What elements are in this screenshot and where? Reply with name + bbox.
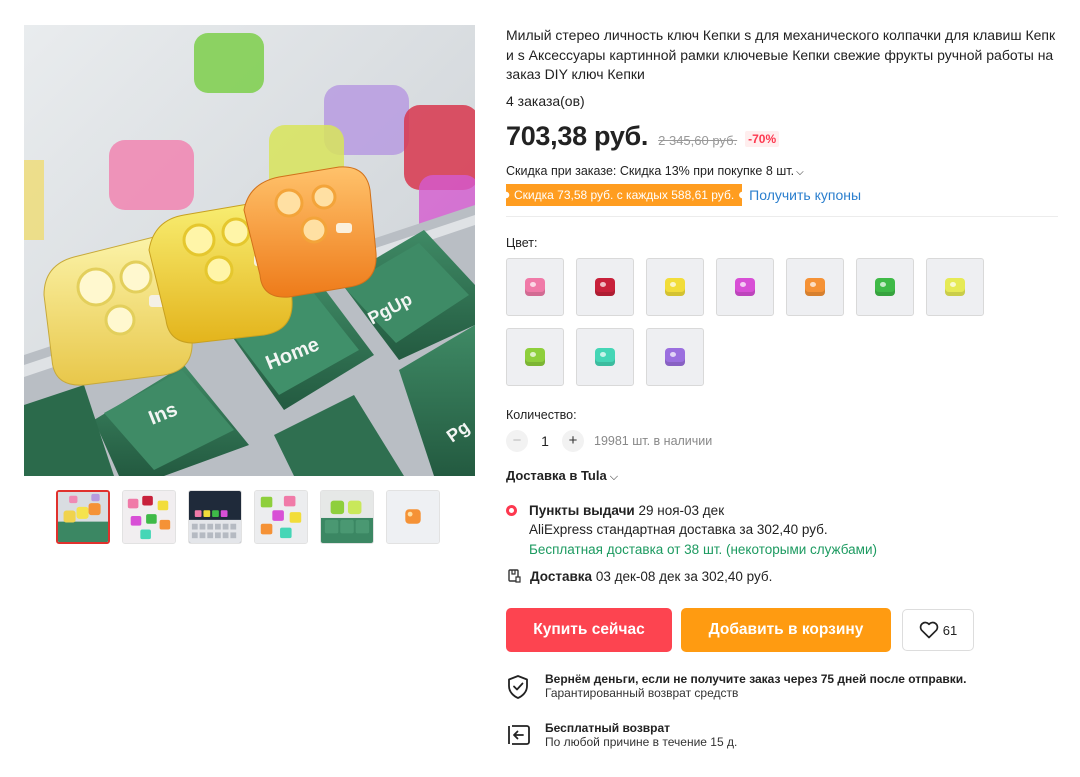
keycap-swatch-icon <box>665 277 685 296</box>
thumbnail-5[interactable] <box>320 490 374 544</box>
keycap-swatch-icon <box>525 277 545 296</box>
color-swatch[interactable] <box>506 327 564 386</box>
stock-count: 19981 шт. в наличии <box>594 433 713 448</box>
heart-icon <box>919 621 939 639</box>
coupon-tag: Скидка 73,58 руб. с каждых 588,61 руб. <box>506 183 743 206</box>
price-row: 703,38 руб. 2 345,60 руб. -70% <box>506 121 1061 152</box>
divider <box>506 215 1058 217</box>
thumbnail-6[interactable] <box>386 490 440 544</box>
keycap-swatch-icon <box>595 277 615 296</box>
keycap-swatch-icon <box>525 347 545 366</box>
thumbnail-3[interactable] <box>188 490 242 544</box>
main-product-image[interactable]: Ins Home PgUp Pg <box>24 25 475 476</box>
shield-check-icon <box>508 675 528 699</box>
thumbnail-2[interactable] <box>122 490 176 544</box>
color-swatch[interactable] <box>506 257 564 316</box>
add-to-cart-button[interactable]: Добавить в корзину <box>681 608 891 652</box>
box-delivery-icon <box>508 569 521 583</box>
pickup-dates: 29 ноя-03 дек <box>638 502 725 518</box>
discount-badge: -70% <box>745 130 780 147</box>
thumbnail-keyboard-dark <box>189 491 241 543</box>
bulk-discount-text: Скидка при заказе: Скидка 13% при покупк… <box>506 163 795 178</box>
radio-selected-icon <box>506 504 517 516</box>
courier-option[interactable]: Доставка 03 дек-08 дек за 302,40 руб. <box>506 568 1061 584</box>
pickup-title: Пункты выдачи <box>529 502 635 518</box>
wishlist-count: 61 <box>942 622 958 638</box>
wishlist-button[interactable]: 61 <box>902 609 974 651</box>
pickup-option[interactable]: Пункты выдачи 29 ноя-03 дек AliExpress с… <box>506 501 1061 560</box>
get-coupons-link[interactable]: Получить купоны <box>749 187 861 203</box>
free-return: Бесплатный возврат По любой причине в те… <box>506 721 1061 752</box>
thumbnail-keycaps-green <box>321 491 373 543</box>
courier-title: Доставка <box>530 568 593 584</box>
buy-now-button[interactable]: Купить сейчас <box>506 608 672 652</box>
shipping-heading: Доставка в Tula <box>506 467 607 483</box>
color-label: Цвет: <box>506 235 538 250</box>
keycap-swatch-icon <box>875 277 895 296</box>
thumbnail-4[interactable] <box>254 490 308 544</box>
return-box-icon <box>508 725 530 745</box>
thumbnail-keycaps-mix <box>255 491 307 543</box>
quantity-value[interactable]: 1 <box>528 433 562 449</box>
current-price: 703,38 руб. <box>506 120 649 151</box>
keycap-swatch-icon <box>805 277 825 296</box>
thumbnail-1[interactable] <box>56 490 110 544</box>
shipping-location[interactable]: Доставка в Tula ⌵ <box>506 468 1061 484</box>
color-swatch[interactable] <box>786 257 844 316</box>
color-swatch[interactable] <box>646 327 704 386</box>
thumbnail-keycap-orange <box>387 491 439 543</box>
thumbnail-strip <box>56 490 440 544</box>
keycaps-photo: Ins Home PgUp Pg <box>24 25 475 476</box>
free-return-title: Бесплатный возврат <box>545 721 671 735</box>
keycap-swatch-icon <box>665 347 685 366</box>
color-swatch[interactable] <box>716 257 774 316</box>
product-title: Милый стерео личность ключ Кепки s для м… <box>506 27 1056 82</box>
action-buttons: Купить сейчас Добавить в корзину 61 <box>506 608 1061 652</box>
thumbnail-keycaps-spread <box>123 491 175 543</box>
chevron-down-icon: ⌵ <box>796 166 804 178</box>
keycap-swatch-icon <box>945 277 965 296</box>
keycap-swatch-icon <box>595 347 615 366</box>
refund-subtitle: Гарантированный возврат средств <box>545 686 739 700</box>
color-swatches <box>506 257 1061 386</box>
refund-title: Вернём деньги, если не получите заказ че… <box>545 672 967 686</box>
old-price: 2 345,60 руб. <box>658 132 738 148</box>
color-swatch[interactable] <box>926 257 984 316</box>
color-swatch[interactable] <box>576 257 634 316</box>
free-return-subtitle: По любой причине в течение 15 д. <box>545 735 738 749</box>
coupon-row: Скидка 73,58 руб. с каждых 588,61 руб. П… <box>506 183 1061 206</box>
quantity-plus-button[interactable]: + <box>562 429 584 452</box>
product-info: Милый стерео личность ключ Кепки s для м… <box>506 26 1061 752</box>
orders-count: 4 заказа(ов) <box>506 92 585 109</box>
color-swatch[interactable] <box>576 327 634 386</box>
courier-details: 03 дек-08 дек за 302,40 руб. <box>595 568 773 584</box>
bulk-discount[interactable]: Скидка при заказе: Скидка 13% при покупк… <box>506 164 1061 178</box>
free-shipping-note: Бесплатная доставка от 38 шт. (некоторым… <box>529 541 877 557</box>
thumbnail-keycaps-keyboard <box>58 492 108 542</box>
quantity-label: Количество: <box>506 407 577 422</box>
color-swatch[interactable] <box>856 257 914 316</box>
quantity-stepper: − 1 + 19981 шт. в наличии <box>506 429 1061 452</box>
chevron-down-icon: ⌵ <box>609 470 619 483</box>
keycap-swatch-icon <box>735 277 755 296</box>
refund-guarantee: Вернём деньги, если не получите заказ че… <box>506 672 1061 705</box>
quantity-minus-button[interactable]: − <box>506 429 528 452</box>
color-swatch[interactable] <box>646 257 704 316</box>
pickup-service: AliExpress стандартная доставка за 302,4… <box>529 522 828 537</box>
